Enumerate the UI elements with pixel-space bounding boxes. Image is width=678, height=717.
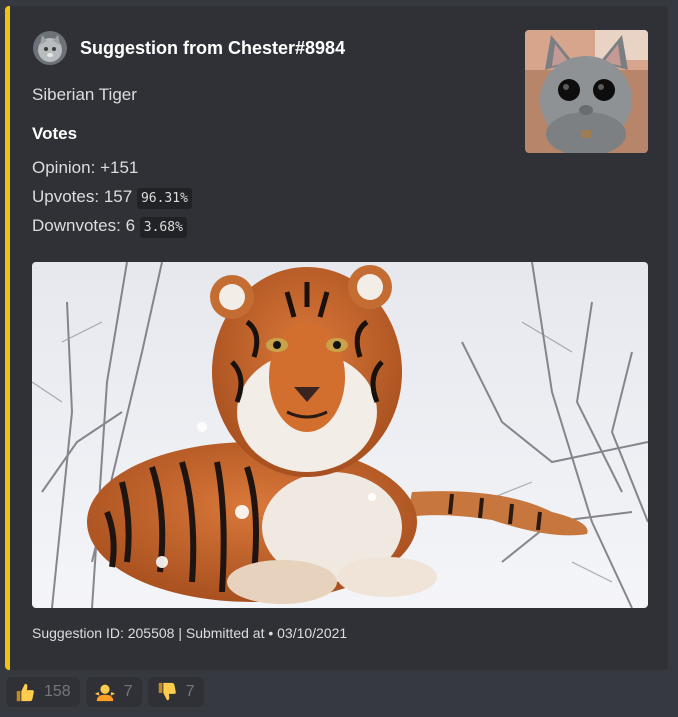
- upvotes-percent: 96.31%: [136, 188, 192, 209]
- downvotes-label: Downvotes:: [32, 216, 121, 235]
- downvotes-percent: 3.68%: [139, 217, 187, 238]
- chat-canvas: Suggestion from Chester#8984 Siberian Ti…: [0, 0, 678, 717]
- downvotes-count: 6: [125, 216, 136, 235]
- cat-avatar-icon[interactable]: [33, 31, 67, 65]
- embed-author[interactable]: Suggestion from Chester#8984: [33, 31, 345, 65]
- gray-cat-thumbnail-icon[interactable]: [525, 30, 648, 153]
- thumbs-up-icon: [16, 683, 34, 702]
- embed-accent-bar: [5, 6, 10, 670]
- embed-footer: Suggestion ID: 205508 | Submitted at • 0…: [32, 625, 348, 641]
- upvotes-line: Upvotes: 157 96.31%: [32, 182, 192, 211]
- downvotes-line: Downvotes: 6 3.68%: [32, 211, 192, 240]
- opinion-line: Opinion: +151: [32, 153, 192, 182]
- person-shrugging-icon: [94, 684, 115, 702]
- opinion-label: Opinion:: [32, 158, 96, 177]
- suggestion-embed: Suggestion from Chester#8984 Siberian Ti…: [5, 6, 668, 670]
- upvotes-count: 157: [103, 187, 133, 206]
- upvotes-label: Upvotes:: [32, 187, 100, 206]
- reactions-bar: 158 7 7: [6, 677, 210, 707]
- embed-author-name[interactable]: Suggestion from Chester#8984: [80, 38, 345, 59]
- reaction-thumbs-down[interactable]: 7: [147, 677, 204, 707]
- thumbs-up-count: 158: [44, 683, 71, 700]
- thumbs-down-count: 7: [185, 683, 195, 700]
- opinion-value: +151: [100, 158, 139, 177]
- tiger-image-icon[interactable]: [32, 262, 648, 608]
- embed-description: Siberian Tiger: [32, 85, 137, 104]
- votes-field-value: Opinion: +151 Upvotes: 157 96.31% Downvo…: [32, 153, 192, 240]
- reaction-thumbs-up[interactable]: 158: [6, 677, 80, 707]
- shrug-count: 7: [123, 683, 133, 700]
- votes-field-name: Votes: [32, 124, 78, 143]
- reaction-shrug[interactable]: 7: [85, 677, 142, 707]
- thumbs-down-icon: [158, 682, 176, 701]
